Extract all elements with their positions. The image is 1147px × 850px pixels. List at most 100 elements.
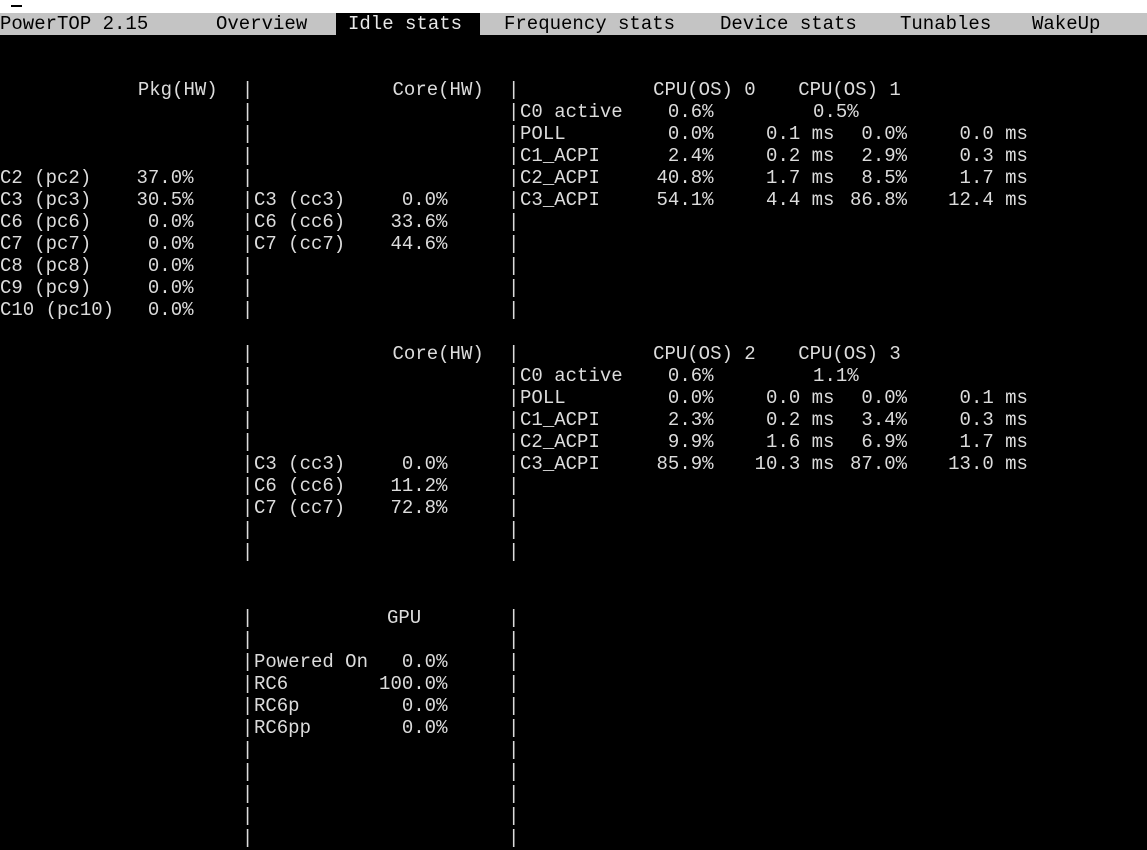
- column-separator: |: [507, 783, 520, 805]
- core-state-value: 0.0%: [401, 189, 448, 211]
- pkg-state-value: 0.0%: [147, 211, 194, 233]
- column-separator: |: [241, 343, 254, 365]
- column-separator: |: [507, 255, 520, 277]
- column-separator: |: [241, 189, 254, 211]
- tab-overview[interactable]: Overview: [216, 13, 307, 35]
- core-state-value: 44.6%: [390, 233, 448, 255]
- gpu-state-name: RC6pp: [253, 717, 311, 739]
- gpu-state-name: RC6p: [253, 695, 300, 717]
- cpu-state-time: 4.4 ms: [766, 189, 835, 211]
- pkg-state-value: 30.5%: [136, 189, 194, 211]
- pkg-state-value: 0.0%: [147, 233, 194, 255]
- column-separator: |: [241, 783, 254, 805]
- column-separator: |: [241, 673, 254, 695]
- core-state-value: 11.2%: [390, 475, 448, 497]
- cpu-header: CPU(OS) 0: [653, 79, 756, 101]
- column-separator: |: [507, 475, 520, 497]
- cpu-state-name: C0 active: [520, 365, 623, 387]
- column-separator: |: [507, 453, 520, 475]
- cpu-state-pct: 0.0%: [861, 387, 908, 409]
- column-separator: |: [507, 299, 520, 321]
- tab-tunables[interactable]: Tunables: [900, 13, 991, 35]
- column-separator: |: [507, 365, 520, 387]
- column-separator: |: [507, 607, 520, 629]
- column-separator: |: [241, 541, 254, 563]
- text-cursor: [11, 5, 22, 7]
- cpu-state-time: 10.3 ms: [754, 453, 835, 475]
- cpu-state-pct: 2.9%: [861, 145, 908, 167]
- cpu-state-name: C3_ACPI: [520, 189, 600, 211]
- cpu-state-time: 1.7 ms: [959, 167, 1028, 189]
- column-separator: |: [241, 79, 254, 101]
- column-separator: |: [241, 519, 254, 541]
- column-separator: |: [241, 387, 254, 409]
- cpu-state-time: 0.2 ms: [766, 145, 835, 167]
- gpu-state-value: 0.0%: [401, 695, 448, 717]
- cpu-state-pct: 9.9%: [667, 431, 714, 453]
- cpu-state-pct: 2.4%: [667, 145, 714, 167]
- column-separator: |: [241, 805, 254, 827]
- column-separator: |: [507, 211, 520, 233]
- column-separator: |: [507, 739, 520, 761]
- column-separator: |: [507, 717, 520, 739]
- column-separator: |: [241, 101, 254, 123]
- pkg-state-value: 0.0%: [147, 299, 194, 321]
- cpu-state-time: 0.2 ms: [766, 409, 835, 431]
- column-separator: |: [241, 827, 254, 849]
- column-separator: |: [507, 761, 520, 783]
- cpu-state-pct: 8.5%: [861, 167, 908, 189]
- cpu-state-pct: 0.6%: [667, 101, 714, 123]
- tab-frequency-stats[interactable]: Frequency stats: [504, 13, 675, 35]
- cpu-state-name: C2_ACPI: [520, 167, 600, 189]
- cpu-state-name: C0 active: [520, 101, 623, 123]
- cpu-state-pct: 1.1%: [813, 365, 859, 387]
- cpu-state-time: 0.3 ms: [959, 409, 1028, 431]
- pkg-state-value: 37.0%: [136, 167, 194, 189]
- cpu-state-pct: 2.3%: [667, 409, 714, 431]
- tab-wakeup[interactable]: WakeUp: [1032, 13, 1100, 35]
- tab-idle-stats[interactable]: Idle stats: [348, 13, 462, 35]
- cpu-state-time: 0.1 ms: [766, 123, 835, 145]
- cpu-state-name: C1_ACPI: [520, 145, 600, 167]
- idle-stats-panel: Pkg(HW) C2 (pc2) 37.0% C3 (pc3) 30.5% C6…: [0, 79, 1147, 849]
- core-header: Core(HW): [392, 79, 484, 101]
- core-state-name: C3 (cc3): [253, 453, 346, 475]
- column-separator: |: [507, 695, 520, 717]
- column-separator: |: [507, 497, 520, 519]
- column-separator: |: [507, 79, 520, 101]
- pkg-state-name: C6 (pc6): [0, 211, 92, 233]
- cpu-state-name: POLL: [520, 387, 566, 409]
- cpu-state-time: 1.7 ms: [766, 167, 835, 189]
- column-separator: |: [507, 277, 520, 299]
- column-separator: |: [241, 651, 254, 673]
- core-state-value: 72.8%: [390, 497, 448, 519]
- column-separator: |: [507, 409, 520, 431]
- app-title: PowerTOP 2.15: [0, 13, 149, 35]
- cpu-state-time: 0.1 ms: [959, 387, 1028, 409]
- gpu-state-value: 0.0%: [401, 717, 448, 739]
- column-separator: |: [507, 101, 520, 123]
- core-state-value: 0.0%: [401, 453, 448, 475]
- column-separator: |: [241, 299, 254, 321]
- column-separator: |: [241, 365, 254, 387]
- column-separator: |: [507, 123, 520, 145]
- gpu-state-value: 100.0%: [379, 673, 448, 695]
- cpu-state-name: POLL: [520, 123, 566, 145]
- cpu-header: CPU(OS) 1: [798, 79, 901, 101]
- pkg-state-name: C10 (pc10): [0, 299, 115, 321]
- cpu-state-pct: 54.1%: [656, 189, 714, 211]
- tab-device-stats[interactable]: Device stats: [720, 13, 857, 35]
- gpu-header: GPU: [387, 607, 422, 629]
- core-state-name: C7 (cc7): [253, 497, 346, 519]
- column-separator: |: [241, 145, 254, 167]
- pkg-state-name: C7 (pc7): [0, 233, 92, 255]
- column-separator: |: [241, 475, 254, 497]
- column-separator: |: [507, 431, 520, 453]
- cpu-state-pct: 85.9%: [656, 453, 714, 475]
- cpu-state-time: 0.3 ms: [959, 145, 1028, 167]
- cpu-header: CPU(OS) 2: [653, 343, 756, 365]
- cpu-state-time: 0.0 ms: [959, 123, 1028, 145]
- cpu-state-pct: 6.9%: [861, 431, 908, 453]
- pkg-state-value: 0.0%: [147, 255, 194, 277]
- pkg-state-name: C8 (pc8): [0, 255, 92, 277]
